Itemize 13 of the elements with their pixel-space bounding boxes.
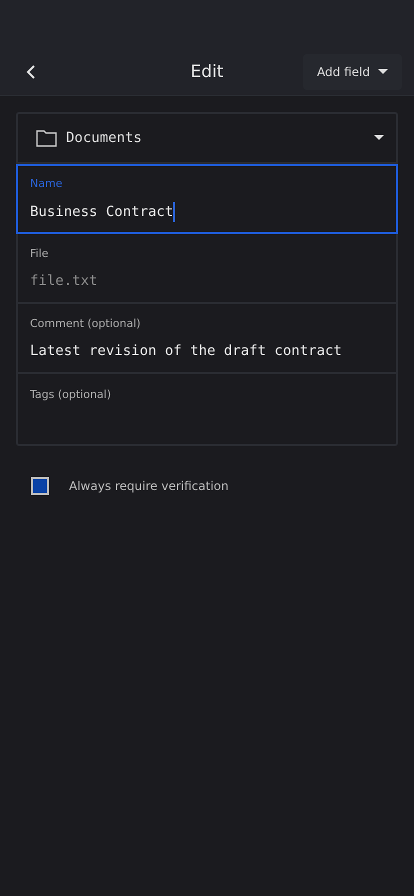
page-title: Edit [190,62,224,82]
folder-dropdown[interactable]: Documents [18,114,396,164]
text-field[interactable]: Name Business Contract [16,164,398,234]
folder-icon [36,130,57,146]
checkbox[interactable] [31,477,49,495]
text-field[interactable]: File file.txt [18,234,396,304]
text-field[interactable]: Comment (optional) Latest revision of the draft contract [18,304,396,374]
back-icon [26,64,36,80]
caret-icon [378,68,388,74]
add-field-button[interactable]: Add field [303,54,402,90]
caret-icon [374,135,384,141]
checkbox-label: Always require verification [69,479,229,493]
text-field[interactable]: Tags (optional) [18,374,396,444]
